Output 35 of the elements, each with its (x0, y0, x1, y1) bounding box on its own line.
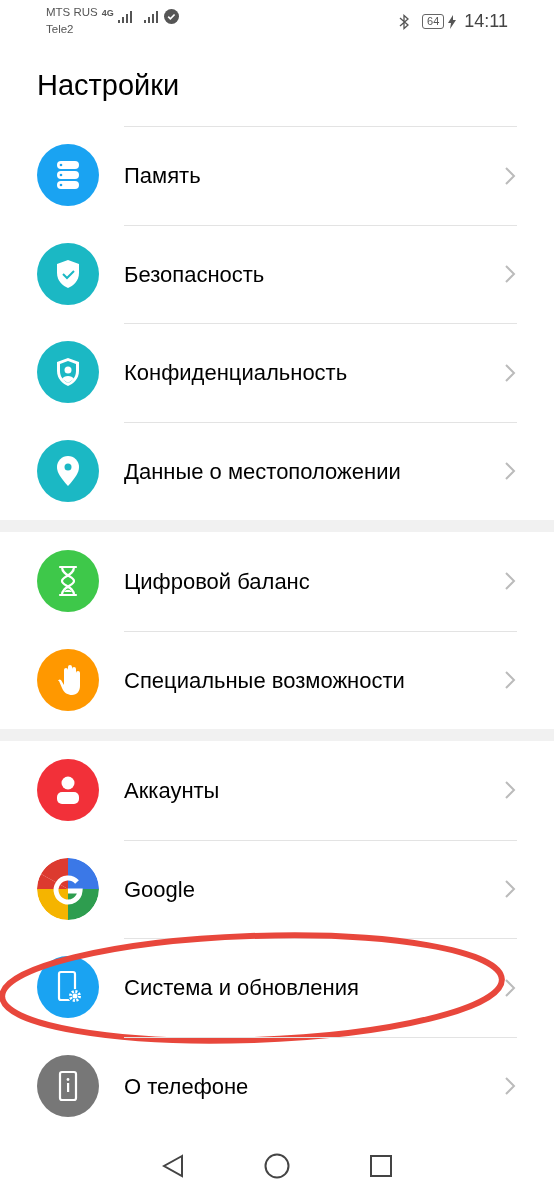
settings-item[interactable]: Память (124, 126, 517, 225)
chevron-icon (503, 361, 517, 384)
phone-info-icon (37, 1054, 99, 1117)
signal-icon (117, 10, 132, 23)
signal-icon (143, 10, 158, 23)
check-circle-icon (163, 9, 179, 24)
phone-gear-icon (37, 956, 99, 1019)
hourglass-icon (37, 550, 99, 613)
home-icon[interactable] (264, 1153, 290, 1179)
hand-icon (37, 648, 99, 711)
network-type: 4G (101, 8, 114, 18)
settings-item[interactable]: Цифровой баланс (124, 532, 517, 631)
page-title: Настройки (36, 68, 181, 103)
settings-item[interactable]: О телефоне (124, 1036, 517, 1135)
chevron-icon (503, 164, 517, 187)
settings-item[interactable]: Конфиденциальность (124, 323, 517, 422)
carrier-name: MTS RUS (46, 5, 98, 20)
settings-item[interactable]: Безопасность (124, 224, 517, 323)
shield-check-icon (37, 242, 99, 305)
storage-icon (37, 144, 99, 207)
google-icon (37, 857, 99, 920)
person-icon (37, 759, 99, 822)
settings-item[interactable]: Google (124, 839, 517, 938)
back-icon[interactable] (162, 1154, 184, 1178)
chevron-icon (503, 976, 517, 999)
recents-icon[interactable] (370, 1155, 392, 1177)
bluetooth-icon (399, 13, 411, 30)
location-pin-icon (37, 439, 99, 502)
settings-item[interactable]: Система и обновления (124, 938, 517, 1037)
shield-person-icon (37, 341, 99, 404)
battery-icon: 64 (422, 14, 445, 29)
clock-time: 14:11 (464, 10, 508, 33)
charging-icon (448, 14, 457, 29)
settings-item[interactable]: Аккаунты (124, 741, 517, 840)
carrier-name: Tele2 (46, 22, 75, 37)
